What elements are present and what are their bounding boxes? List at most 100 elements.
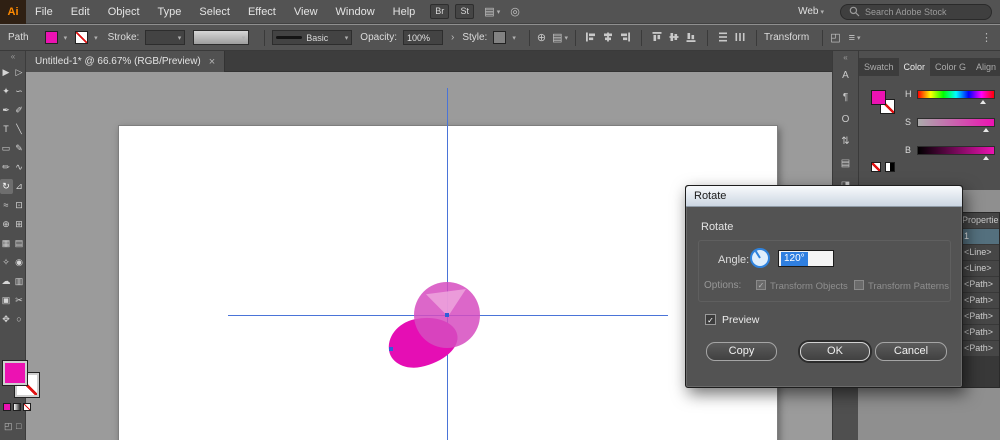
magic-wand-tool[interactable]: ✦	[0, 84, 13, 99]
pencil-tool[interactable]: ✏	[0, 160, 13, 175]
none-swatch[interactable]	[871, 162, 881, 172]
rectangle-tool[interactable]: ▭	[0, 141, 13, 156]
angle-input[interactable]: 120°	[778, 250, 834, 267]
tab-color[interactable]: Color	[898, 58, 931, 76]
hue-slider[interactable]	[917, 90, 995, 99]
character-panel-icon[interactable]: A	[833, 65, 858, 87]
align-bottom-icon[interactable]	[685, 31, 698, 44]
align-top-icon[interactable]	[651, 31, 664, 44]
align-right-icon[interactable]	[619, 31, 632, 44]
black-white-swatch[interactable]	[885, 162, 895, 172]
draw-mode-icon[interactable]: ◰	[4, 421, 13, 432]
artboard-tool[interactable]: ▣	[0, 293, 13, 308]
symbol-sprayer-tool[interactable]: ☁	[0, 274, 13, 289]
collapse-toolbar-icon[interactable]: «	[0, 51, 26, 63]
gpu-performance-icon[interactable]: ◎	[510, 5, 520, 18]
appearance-panel-icon[interactable]: ▤	[833, 153, 858, 175]
none-mode-button[interactable]	[23, 403, 31, 411]
saturation-slider[interactable]	[917, 118, 995, 127]
shape-builder-tool[interactable]: ⊕	[0, 217, 13, 232]
panel-overflow-icon[interactable]: ⋮	[981, 31, 992, 44]
menu-edit[interactable]: Edit	[62, 0, 99, 24]
ok-button[interactable]: OK	[800, 342, 870, 361]
align-center-icon[interactable]	[602, 31, 615, 44]
direct-selection-tool[interactable]: ▷	[13, 65, 26, 80]
width-profile-select[interactable]: ▾	[193, 30, 250, 45]
brightness-slider-marker[interactable]	[983, 156, 989, 160]
blend-tool[interactable]: ◉	[13, 255, 26, 270]
opentype-panel-icon[interactable]: O	[833, 109, 858, 131]
free-transform-tool[interactable]: ⊡	[13, 198, 26, 213]
opacity-spinner-icon[interactable]: ›	[451, 32, 454, 43]
column-graph-tool[interactable]: ▥	[13, 274, 26, 289]
stock-search-input[interactable]: Search Adobe Stock	[840, 3, 992, 20]
menu-file[interactable]: File	[26, 0, 62, 24]
zoom-tool[interactable]: ○	[13, 312, 26, 327]
close-tab-icon[interactable]: ×	[209, 56, 215, 68]
saturation-slider-marker[interactable]	[983, 128, 989, 132]
width-tool[interactable]: ≈	[0, 198, 13, 213]
expand-panels-icon[interactable]: «	[833, 51, 858, 65]
gradient-tool[interactable]: ▤	[13, 236, 26, 251]
screen-mode-icon[interactable]: □	[16, 421, 21, 431]
gradient-mode-button[interactable]	[13, 403, 21, 411]
hand-tool[interactable]: ✥	[0, 312, 13, 327]
cancel-button[interactable]: Cancel	[875, 342, 947, 361]
graphic-style-swatch[interactable]	[493, 31, 507, 44]
menu-select[interactable]: Select	[190, 0, 239, 24]
menu-help[interactable]: Help	[384, 0, 425, 24]
tab-align[interactable]: Align	[971, 58, 1000, 76]
dialog-titlebar[interactable]: Rotate	[686, 186, 962, 207]
preview-checkbox[interactable]: ✓	[705, 314, 716, 325]
stroke-color-swatch[interactable]	[75, 31, 89, 44]
menu-view[interactable]: View	[285, 0, 327, 24]
workspace-switcher[interactable]: Web ▾	[798, 6, 824, 17]
arrange-documents-icon[interactable]: ▤	[484, 5, 494, 18]
menu-object[interactable]: Object	[99, 0, 149, 24]
document-setup-icon[interactable]: ▤	[552, 31, 562, 44]
lasso-tool[interactable]: ∽	[13, 84, 26, 99]
menu-window[interactable]: Window	[327, 0, 384, 24]
brush-definition-select[interactable]: Basic ▾	[272, 30, 353, 45]
tab-color-guide[interactable]: Color G	[930, 58, 971, 76]
angle-dial[interactable]	[750, 248, 770, 268]
shaper-tool[interactable]: ∿	[13, 160, 26, 175]
type-tool[interactable]: T	[0, 122, 13, 137]
line-segment-tool[interactable]: ╲	[13, 122, 26, 137]
mesh-tool[interactable]: ▦	[0, 236, 13, 251]
brightness-slider[interactable]	[917, 146, 995, 155]
perspective-grid-tool[interactable]: ⊞	[13, 217, 26, 232]
align-middle-icon[interactable]	[668, 31, 681, 44]
slice-tool[interactable]: ✂	[13, 293, 26, 308]
curvature-tool[interactable]: ✐	[13, 103, 26, 118]
opacity-input[interactable]: 100%	[402, 30, 443, 45]
paragraph-panel-icon[interactable]: ¶	[833, 87, 858, 109]
paintbrush-tool[interactable]: ✎	[13, 141, 26, 156]
copy-button[interactable]: Copy	[706, 342, 777, 361]
rotate-tool[interactable]: ↻	[0, 179, 13, 194]
stroke-weight-select[interactable]: ▾	[145, 30, 186, 45]
tab-swatches[interactable]: Swatch	[859, 58, 899, 76]
variables-panel-icon[interactable]: ⇅	[833, 131, 858, 153]
distribute-vertical-icon[interactable]	[717, 31, 730, 44]
menu-effect[interactable]: Effect	[239, 0, 285, 24]
control-panel-menu-icon[interactable]: ≡	[849, 32, 855, 44]
eyedropper-tool[interactable]: ✧	[0, 255, 13, 270]
shape-options-icon[interactable]: ◰	[830, 31, 840, 44]
pen-tool[interactable]: ✒	[0, 103, 13, 118]
hue-slider-marker[interactable]	[980, 100, 986, 104]
bridge-button[interactable]: Br	[430, 4, 450, 19]
align-left-icon[interactable]	[585, 31, 598, 44]
fill-swatch[interactable]	[3, 361, 27, 385]
fill-color-swatch[interactable]	[44, 31, 58, 44]
fill-proxy-swatch[interactable]	[871, 90, 886, 105]
scale-tool[interactable]: ⊿	[13, 179, 26, 194]
globe-icon[interactable]: ⊕	[537, 31, 546, 44]
selection-tool[interactable]: ▶	[0, 65, 13, 80]
distribute-horizontal-icon[interactable]	[734, 31, 747, 44]
document-tab[interactable]: Untitled-1* @ 66.67% (RGB/Preview) ×	[26, 51, 226, 72]
color-mode-button[interactable]	[3, 403, 11, 411]
stock-button[interactable]: St	[455, 4, 475, 19]
menu-type[interactable]: Type	[149, 0, 191, 24]
transform-link[interactable]: Transform	[764, 32, 809, 43]
